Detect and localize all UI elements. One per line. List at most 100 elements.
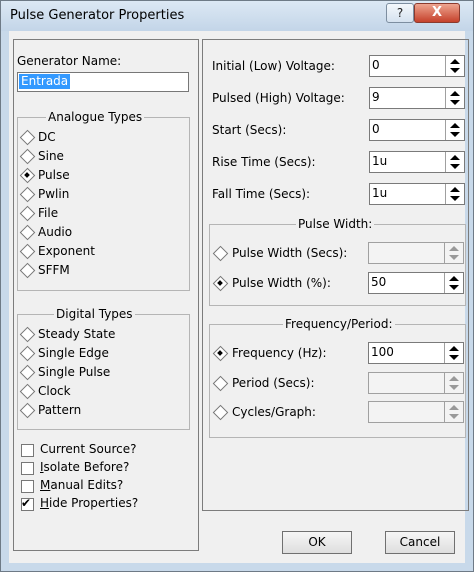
- radio-period[interactable]: [212, 375, 229, 392]
- right-panel: Initial (Low) Voltage: 0 Pulsed (High) V…: [202, 39, 469, 511]
- spin-up-icon[interactable]: [449, 276, 459, 281]
- fall-time-spinner[interactable]: [445, 184, 464, 204]
- radio-audio[interactable]: [19, 224, 36, 241]
- initial-voltage-value: 0: [372, 58, 380, 72]
- ok-button[interactable]: OK: [282, 531, 352, 554]
- radio-single-pulse[interactable]: [19, 364, 36, 381]
- title-bar: Pulse Generator Properties ? X: [1, 1, 473, 31]
- analogue-types-group: Analogue Types DC Sine Pulse Pwlin File …: [17, 110, 190, 291]
- left-panel: Generator Name: Entrada Analogue Types D…: [13, 39, 199, 551]
- initial-voltage-input[interactable]: 0: [369, 55, 465, 77]
- radio-sffm[interactable]: [19, 262, 36, 279]
- fall-time-input[interactable]: 1u: [369, 183, 465, 205]
- generator-name-label: Generator Name:: [17, 54, 122, 68]
- fall-time-label: Fall Time (Secs):: [212, 187, 311, 201]
- spin-down-icon[interactable]: [450, 196, 460, 201]
- pulse-width-pct-spinner[interactable]: [444, 273, 463, 293]
- cycles-graph-input[interactable]: [368, 401, 464, 423]
- help-button[interactable]: ?: [386, 3, 414, 23]
- radio-pulse-label: Pulse: [38, 168, 70, 182]
- current-source-checkbox[interactable]: [21, 444, 34, 457]
- pulse-width-secs-input[interactable]: [368, 242, 464, 264]
- radio-frequency[interactable]: [212, 345, 229, 362]
- radio-exponent[interactable]: [19, 243, 36, 260]
- manual-edits-checkbox[interactable]: [21, 480, 34, 493]
- rise-time-spinner[interactable]: [445, 152, 464, 172]
- radio-file[interactable]: [19, 205, 36, 222]
- radio-file-label: File: [38, 206, 59, 220]
- spin-up-icon[interactable]: [449, 346, 459, 351]
- radio-single-edge[interactable]: [19, 345, 36, 362]
- initial-voltage-spinner[interactable]: [445, 56, 464, 76]
- radio-sffm-label: SFFM: [38, 263, 70, 277]
- radio-pwlin-label: Pwlin: [38, 187, 70, 201]
- cycles-graph-spinner[interactable]: [444, 402, 463, 422]
- pulse-width-pct-value: 50: [371, 275, 387, 289]
- rise-time-value: 1u: [372, 154, 388, 168]
- analogue-types-title: Analogue Types: [46, 110, 145, 124]
- radio-pulse[interactable]: [19, 167, 36, 184]
- close-button[interactable]: X: [414, 3, 460, 23]
- isolate-before-checkbox[interactable]: [21, 462, 34, 475]
- pulsed-voltage-spinner[interactable]: [445, 88, 464, 108]
- radio-pattern[interactable]: [19, 402, 36, 419]
- spin-down-icon[interactable]: [449, 355, 459, 360]
- spin-down-icon[interactable]: [450, 132, 460, 137]
- spin-down-icon[interactable]: [449, 385, 459, 390]
- spin-up-icon[interactable]: [449, 405, 459, 410]
- spin-down-icon[interactable]: [449, 255, 459, 260]
- pulse-width-secs-label: Pulse Width (Secs):: [232, 246, 348, 260]
- cancel-button[interactable]: Cancel: [385, 531, 455, 554]
- dialog-body: Generator Name: Entrada Analogue Types D…: [9, 31, 469, 563]
- spin-up-icon[interactable]: [449, 376, 459, 381]
- spin-up-icon[interactable]: [450, 155, 460, 160]
- hide-properties-checkbox[interactable]: ✔: [21, 496, 34, 511]
- frequency-input[interactable]: 100: [368, 342, 464, 364]
- spin-down-icon[interactable]: [450, 68, 460, 73]
- start-secs-label: Start (Secs):: [212, 123, 287, 137]
- frequency-label: Frequency (Hz):: [232, 346, 327, 360]
- radio-single-pulse-label: Single Pulse: [38, 365, 111, 379]
- start-secs-spinner[interactable]: [445, 120, 464, 140]
- rise-time-input[interactable]: 1u: [369, 151, 465, 173]
- spin-down-icon[interactable]: [449, 414, 459, 419]
- radio-pulse-width-secs[interactable]: [212, 245, 229, 262]
- pulse-width-secs-spinner[interactable]: [444, 243, 463, 263]
- frequency-period-group: Frequency/Period: Frequency (Hz): 100 Pe…: [209, 317, 466, 438]
- isolate-before-label: Isolate Before?: [40, 460, 130, 474]
- period-spinner[interactable]: [444, 373, 463, 393]
- radio-dc-label: DC: [38, 130, 56, 144]
- period-label: Period (Secs):: [232, 376, 315, 390]
- radio-clock[interactable]: [19, 383, 36, 400]
- checkmark-icon: ✔: [21, 496, 32, 510]
- pulsed-voltage-input[interactable]: 9: [369, 87, 465, 109]
- radio-audio-label: Audio: [38, 225, 73, 239]
- radio-cycles-graph[interactable]: [212, 404, 229, 421]
- pulse-width-pct-label: Pulse Width (%):: [232, 276, 331, 290]
- period-input[interactable]: [368, 372, 464, 394]
- pulse-width-group: Pulse Width: Pulse Width (Secs): Pulse W…: [209, 217, 466, 306]
- radio-pwlin[interactable]: [19, 186, 36, 203]
- radio-steady-state[interactable]: [19, 326, 36, 343]
- radio-exponent-label: Exponent: [38, 244, 95, 258]
- spin-down-icon[interactable]: [449, 285, 459, 290]
- spin-up-icon[interactable]: [450, 123, 460, 128]
- dialog-window: Pulse Generator Properties ? X Generator…: [0, 0, 474, 572]
- generator-name-value: Entrada: [19, 74, 71, 89]
- radio-sine[interactable]: [19, 148, 36, 165]
- pulse-width-pct-input[interactable]: 50: [368, 272, 464, 294]
- generator-name-input[interactable]: Entrada: [17, 72, 189, 92]
- radio-dc[interactable]: [19, 129, 36, 146]
- spin-down-icon[interactable]: [450, 164, 460, 169]
- pulsed-voltage-value: 9: [372, 90, 380, 104]
- frequency-spinner[interactable]: [444, 343, 463, 363]
- rise-time-label: Rise Time (Secs):: [212, 155, 316, 169]
- spin-down-icon[interactable]: [450, 100, 460, 105]
- initial-voltage-label: Initial (Low) Voltage:: [212, 59, 335, 73]
- spin-up-icon[interactable]: [450, 59, 460, 64]
- radio-pulse-width-pct[interactable]: [212, 275, 229, 292]
- spin-up-icon[interactable]: [450, 91, 460, 96]
- spin-up-icon[interactable]: [450, 187, 460, 192]
- spin-up-icon[interactable]: [449, 246, 459, 251]
- start-secs-input[interactable]: 0: [369, 119, 465, 141]
